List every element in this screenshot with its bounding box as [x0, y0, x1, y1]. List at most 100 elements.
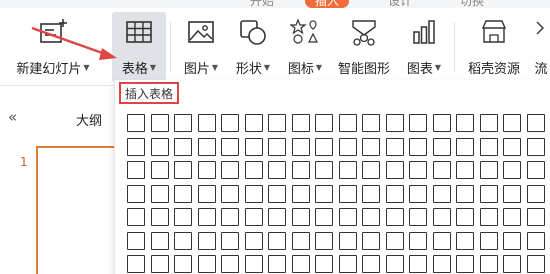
grid-cell[interactable]	[244, 137, 263, 156]
grid-cell[interactable]	[268, 231, 286, 250]
grid-cell[interactable]	[150, 231, 169, 250]
grid-cell[interactable]	[315, 184, 333, 203]
grid-cell[interactable]	[197, 137, 216, 156]
grid-cell[interactable]	[197, 184, 216, 203]
grid-cell[interactable]	[174, 161, 192, 179]
grid-cell[interactable]	[385, 184, 404, 203]
grid-cell[interactable]	[409, 255, 427, 273]
table-button[interactable]: 表格 ▼	[112, 12, 166, 82]
grid-cell[interactable]	[526, 161, 545, 179]
grid-cell[interactable]	[432, 208, 451, 226]
grid-cell[interactable]	[291, 184, 310, 203]
grid-cell[interactable]	[432, 114, 451, 132]
grid-cell[interactable]	[385, 208, 404, 226]
grid-cell[interactable]	[409, 208, 427, 226]
grid-cell[interactable]	[291, 231, 310, 250]
grid-cell[interactable]	[197, 255, 216, 273]
grid-cell[interactable]	[456, 208, 474, 226]
grid-cell[interactable]	[362, 255, 380, 273]
grid-cell[interactable]	[503, 255, 521, 273]
grid-cell[interactable]	[291, 255, 310, 273]
grid-cell[interactable]	[362, 231, 380, 250]
shape-button[interactable]: 形状 ▼	[228, 12, 278, 82]
grid-cell[interactable]	[127, 161, 145, 179]
grid-cell[interactable]	[244, 231, 263, 250]
grid-cell[interactable]	[150, 137, 169, 156]
grid-cell[interactable]	[362, 114, 380, 132]
grid-cell[interactable]	[127, 184, 145, 203]
grid-cell[interactable]	[526, 231, 545, 250]
grid-cell[interactable]	[456, 161, 474, 179]
resource-button[interactable]: 稻壳资源	[462, 12, 526, 82]
grid-cell[interactable]	[456, 137, 474, 156]
grid-cell[interactable]	[268, 161, 286, 179]
grid-cell[interactable]	[432, 255, 451, 273]
grid-cell[interactable]	[456, 255, 474, 273]
grid-cell[interactable]	[432, 184, 451, 203]
grid-cell[interactable]	[503, 208, 521, 226]
grid-cell[interactable]	[503, 137, 521, 156]
grid-cell[interactable]	[338, 208, 357, 226]
grid-cell[interactable]	[221, 114, 239, 132]
grid-cell[interactable]	[174, 137, 192, 156]
grid-cell[interactable]	[174, 208, 192, 226]
grid-cell[interactable]	[291, 137, 310, 156]
grid-cell[interactable]	[127, 208, 145, 226]
grid-cell[interactable]	[385, 137, 404, 156]
grid-cell[interactable]	[315, 114, 333, 132]
grid-cell[interactable]	[479, 114, 498, 132]
grid-cell[interactable]	[174, 184, 192, 203]
grid-cell[interactable]	[244, 255, 263, 273]
grid-cell[interactable]	[127, 231, 145, 250]
grid-cell[interactable]	[479, 208, 498, 226]
grid-cell[interactable]	[268, 137, 286, 156]
grid-cell[interactable]	[503, 184, 521, 203]
grid-cell[interactable]	[432, 137, 451, 156]
grid-cell[interactable]	[338, 255, 357, 273]
grid-cell[interactable]	[197, 114, 216, 132]
grid-cell[interactable]	[221, 184, 239, 203]
grid-cell[interactable]	[127, 114, 145, 132]
grid-cell[interactable]	[479, 231, 498, 250]
grid-cell[interactable]	[385, 231, 404, 250]
grid-cell[interactable]	[291, 114, 310, 132]
flow-button[interactable]: 流	[530, 12, 550, 82]
grid-cell[interactable]	[409, 161, 427, 179]
icon-button[interactable]: 图标 ▼	[280, 12, 330, 82]
tab-outline[interactable]: 大纲	[76, 110, 102, 129]
grid-cell[interactable]	[362, 137, 380, 156]
grid-cell[interactable]	[268, 184, 286, 203]
slide-thumbnail[interactable]	[36, 146, 126, 274]
grid-cell[interactable]	[197, 231, 216, 250]
grid-cell[interactable]	[150, 114, 169, 132]
grid-cell[interactable]	[315, 137, 333, 156]
smartart-button[interactable]: 智能图形	[332, 12, 396, 82]
grid-cell[interactable]	[315, 231, 333, 250]
grid-cell[interactable]	[432, 231, 451, 250]
grid-cell[interactable]	[456, 114, 474, 132]
grid-cell[interactable]	[479, 184, 498, 203]
grid-cell[interactable]	[268, 208, 286, 226]
grid-cell[interactable]	[315, 208, 333, 226]
grid-cell[interactable]	[150, 208, 169, 226]
grid-cell[interactable]	[385, 161, 404, 179]
tab-transition[interactable]: 切换	[460, 0, 484, 8]
grid-cell[interactable]	[221, 255, 239, 273]
grid-cell[interactable]	[127, 255, 145, 273]
grid-cell[interactable]	[338, 161, 357, 179]
grid-cell[interactable]	[526, 208, 545, 226]
grid-cell[interactable]	[526, 184, 545, 203]
picture-button[interactable]: 图片 ▼	[176, 12, 226, 82]
grid-cell[interactable]	[268, 255, 286, 273]
grid-cell[interactable]	[315, 255, 333, 273]
grid-cell[interactable]	[150, 255, 169, 273]
grid-cell[interactable]	[221, 231, 239, 250]
grid-cell[interactable]	[479, 161, 498, 179]
grid-cell[interactable]	[409, 114, 427, 132]
grid-cell[interactable]	[338, 231, 357, 250]
grid-cell[interactable]	[244, 208, 263, 226]
grid-cell[interactable]	[432, 161, 451, 179]
new-slide-button[interactable]: 新建幻灯片 ▼	[8, 12, 98, 82]
grid-cell[interactable]	[385, 114, 404, 132]
grid-cell[interactable]	[315, 161, 333, 179]
